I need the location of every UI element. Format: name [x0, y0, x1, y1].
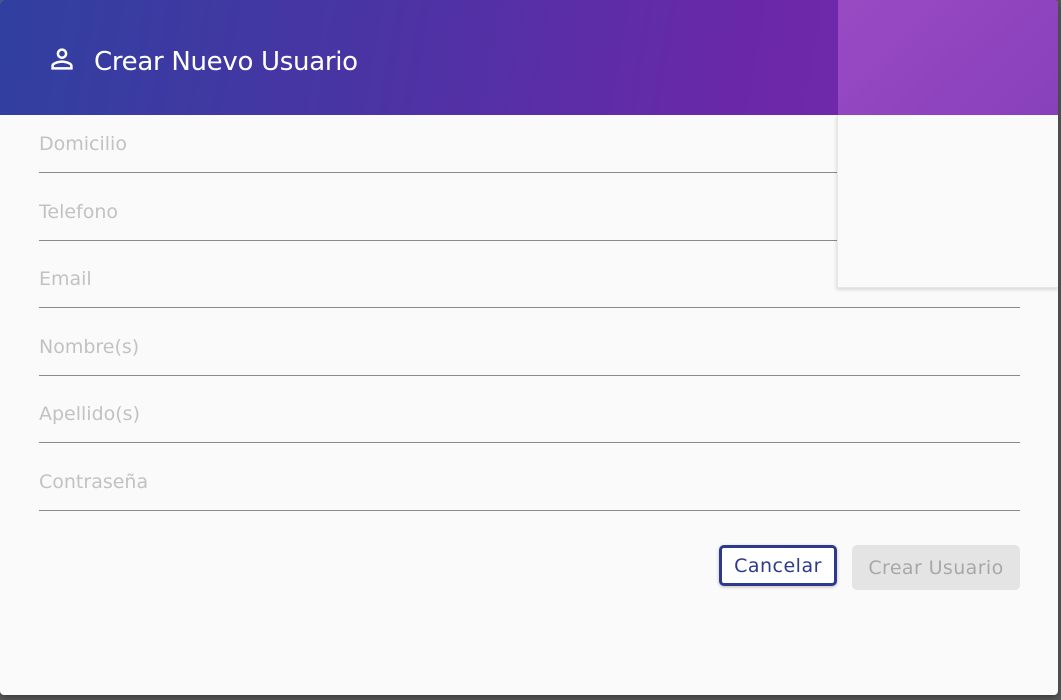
overlay-panel — [837, 115, 1058, 288]
person-icon — [51, 48, 73, 70]
cancel-button[interactable]: Cancelar — [719, 545, 837, 586]
telefono-label: Telefono — [39, 201, 119, 223]
nombre-label: Nombre(s) — [39, 336, 140, 358]
email-label: Email — [39, 268, 92, 290]
nombre-field[interactable]: Nombre(s) — [39, 318, 1020, 376]
apellido-label: Apellido(s) — [39, 403, 140, 425]
password-field[interactable]: Contraseña — [39, 453, 1020, 511]
domicilio-label: Domicilio — [39, 133, 127, 155]
dialog-title: Crear Nuevo Usuario — [94, 47, 358, 77]
create-user-button[interactable]: Crear Usuario — [852, 545, 1020, 590]
header-overlay — [838, 0, 1058, 115]
password-label: Contraseña — [39, 471, 149, 493]
create-user-dialog: Crear Nuevo Usuario Domicilio Telefono E… — [0, 0, 1058, 695]
apellido-field[interactable]: Apellido(s) — [39, 385, 1020, 443]
